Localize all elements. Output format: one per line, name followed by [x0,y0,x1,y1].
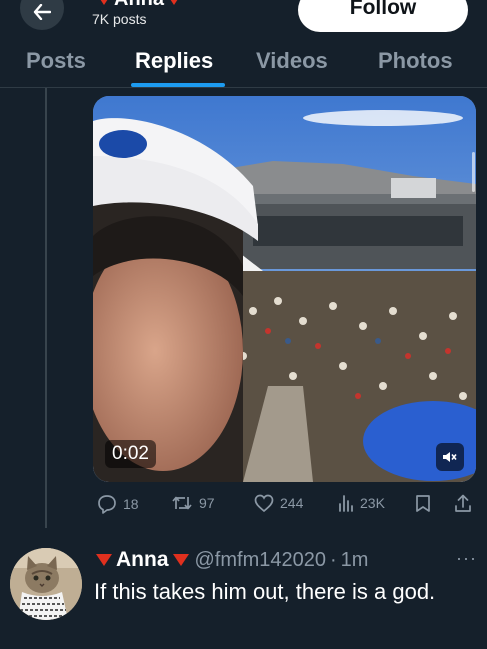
tab-posts[interactable]: Posts [26,48,86,74]
repost-count: 97 [199,495,215,511]
back-arrow-icon [33,4,51,20]
reply-header: Anna @fmfm142020 · 1m [96,546,368,574]
reply-text: If this takes him out, there is a god. [94,579,436,604]
separator-dot: · [329,548,337,571]
profile-tabs: Posts Replies Videos Photos [0,36,487,88]
posts-count: 7K posts [92,11,147,27]
reply-count: 18 [123,496,139,512]
like-action[interactable]: 244 [254,494,303,512]
header-name: Anna [114,0,164,11]
repost-action[interactable]: 97 [171,494,215,512]
mute-icon [443,452,457,462]
bookmark-action[interactable] [415,494,431,513]
red-triangle-icon [166,0,182,5]
share-icon [455,494,471,512]
video-frame [93,96,476,482]
views-action[interactable]: 23K [338,494,385,512]
back-button[interactable] [20,0,64,30]
video-timestamp: 0:02 [105,440,156,468]
active-tab-indicator [131,83,225,87]
tweet-actions: 18 97 244 23K [93,494,483,520]
tab-photos[interactable]: Photos [378,48,453,74]
video-scroll-indicator [472,152,475,192]
views-icon [339,495,353,512]
bookmark-icon [416,495,430,512]
red-triangle-icon [172,554,189,566]
header-name-row: Anna [96,0,182,10]
follow-button[interactable]: Follow [298,0,468,32]
like-count: 244 [280,495,304,511]
reply-timestamp[interactable]: 1m [341,549,369,572]
tab-videos[interactable]: Videos [256,48,328,74]
red-triangle-icon [96,554,112,566]
reply-author-handle[interactable]: @fmfm142020 [195,549,326,572]
reply-icon [98,495,116,514]
like-icon [254,494,274,512]
repost-icon [172,496,192,510]
share-action[interactable] [454,494,472,513]
tab-replies[interactable]: Replies [135,48,213,74]
views-count: 23K [360,495,385,511]
more-icon[interactable]: ··· [456,548,477,569]
reply-author-name[interactable]: Anna [116,548,169,572]
red-triangle-icon [96,0,112,5]
mute-button[interactable] [436,443,464,471]
video-player[interactable]: 0:02 [93,96,476,482]
profile-header: Anna 7K posts Follow [0,0,487,36]
avatar-image [10,548,82,620]
avatar[interactable] [10,548,82,620]
reply-action[interactable]: 18 [97,494,139,514]
thread-line [45,88,47,528]
